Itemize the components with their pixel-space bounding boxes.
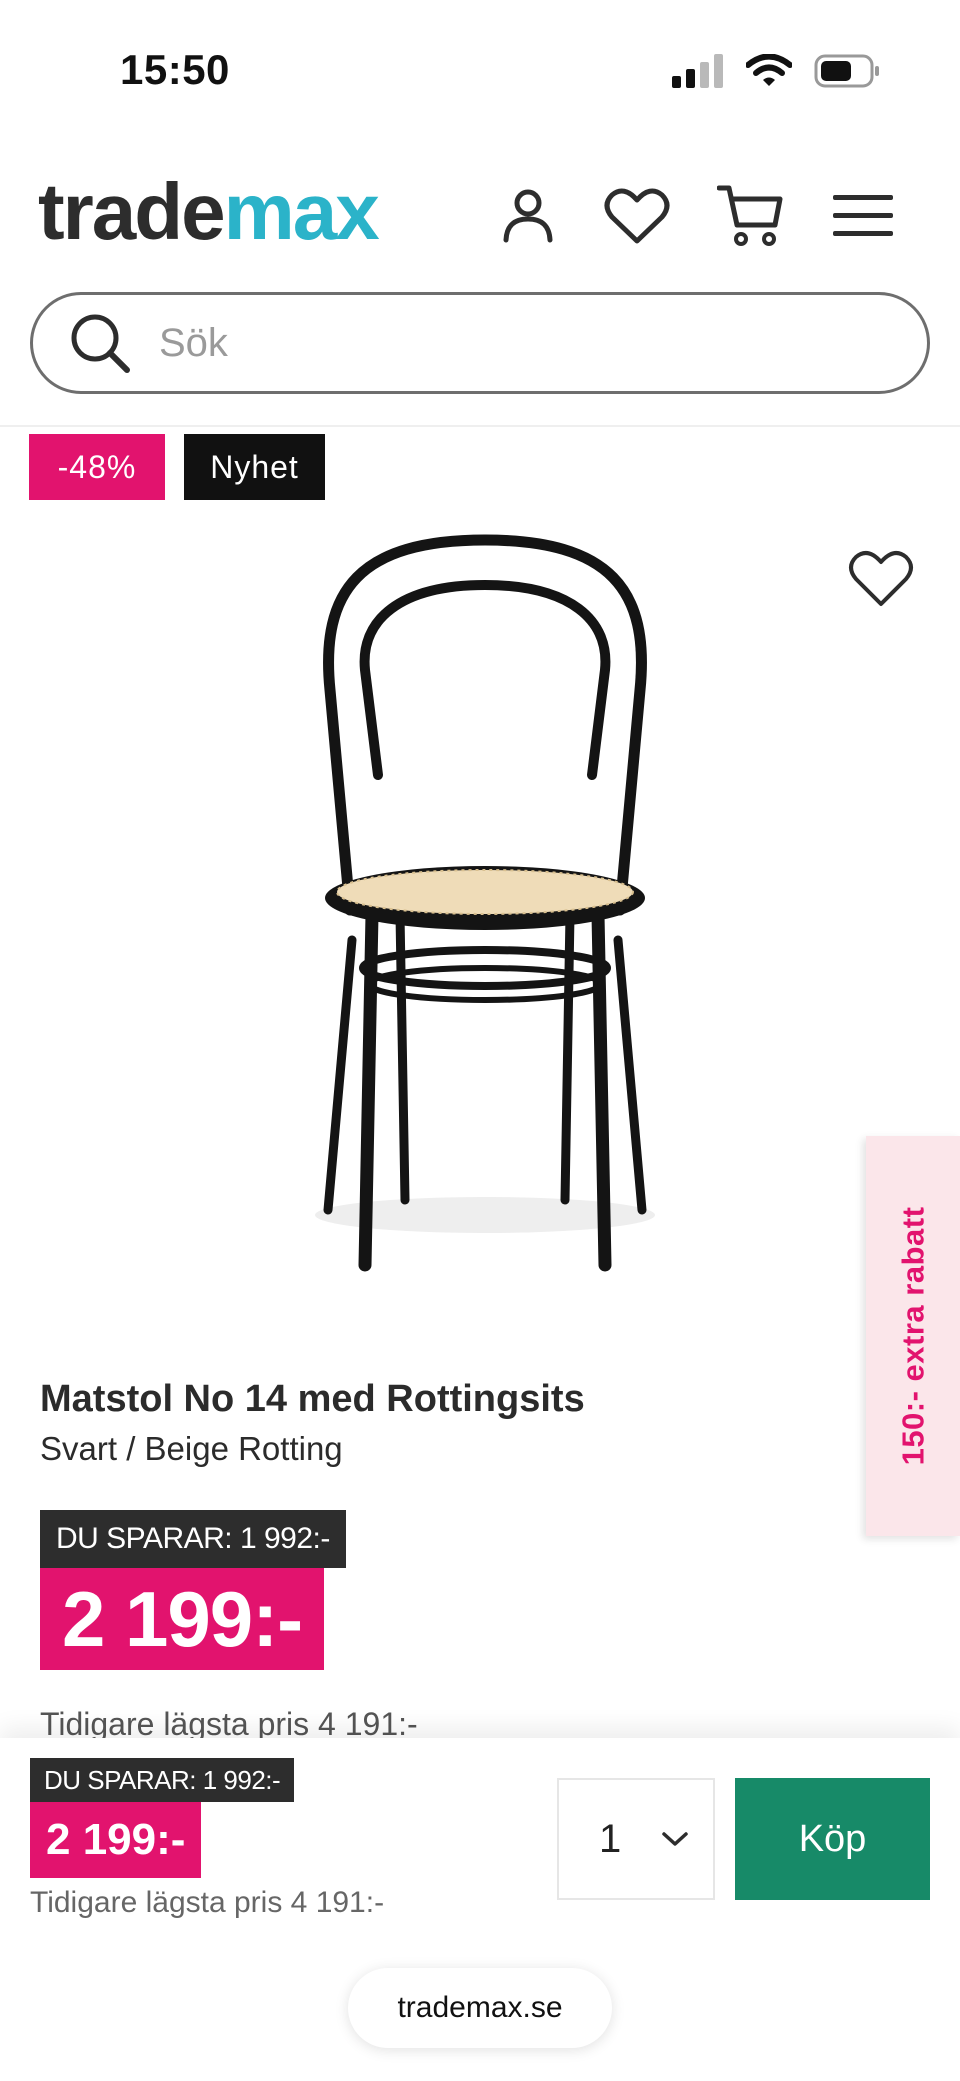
sticky-previous-lowest-price: Tidigare lägsta pris 4 191:- (30, 1886, 385, 1919)
search-bar[interactable] (30, 292, 930, 394)
extra-discount-label: 150:- extra rabatt (895, 1206, 930, 1466)
quantity-select[interactable]: 1 (557, 1778, 715, 1900)
buy-button[interactable]: Köp (735, 1778, 930, 1900)
status-icons (672, 50, 880, 92)
browser-url-bar[interactable]: trademax.se (348, 1968, 612, 2048)
new-badge: Nyhet (184, 434, 325, 500)
product-title: Matstol No 14 med Rottingsits (40, 1378, 585, 1420)
discount-badge: -48% (29, 434, 165, 500)
wifi-icon (746, 54, 792, 86)
signal-icon (672, 54, 723, 88)
sticky-savings-badge: DU SPARAR: 1 992:- (30, 1758, 295, 1802)
product-wishlist-icon[interactable] (848, 548, 914, 608)
battery-icon (814, 54, 879, 88)
cart-icon[interactable] (714, 180, 786, 252)
header-divider (0, 425, 960, 427)
trademax-logo[interactable]: trademax (38, 172, 380, 252)
wishlist-icon[interactable] (600, 180, 674, 252)
product-price: 2 199:- (40, 1568, 325, 1670)
quantity-value: 1 (599, 1816, 622, 1861)
savings-badge: DU SPARAR: 1 992:- (40, 1510, 346, 1568)
extra-discount-tab[interactable]: 150:- extra rabatt (866, 1136, 960, 1536)
search-input[interactable] (159, 320, 859, 366)
product-image[interactable] (290, 520, 680, 1300)
status-time: 15:50 (120, 46, 230, 93)
sticky-price: 2 199:- (30, 1802, 202, 1878)
product-variant: Svart / Beige Rotting (40, 1430, 343, 1467)
account-icon[interactable] (496, 180, 560, 252)
chevron-down-icon (662, 1832, 688, 1846)
search-icon (71, 314, 130, 373)
menu-icon[interactable] (830, 180, 896, 252)
